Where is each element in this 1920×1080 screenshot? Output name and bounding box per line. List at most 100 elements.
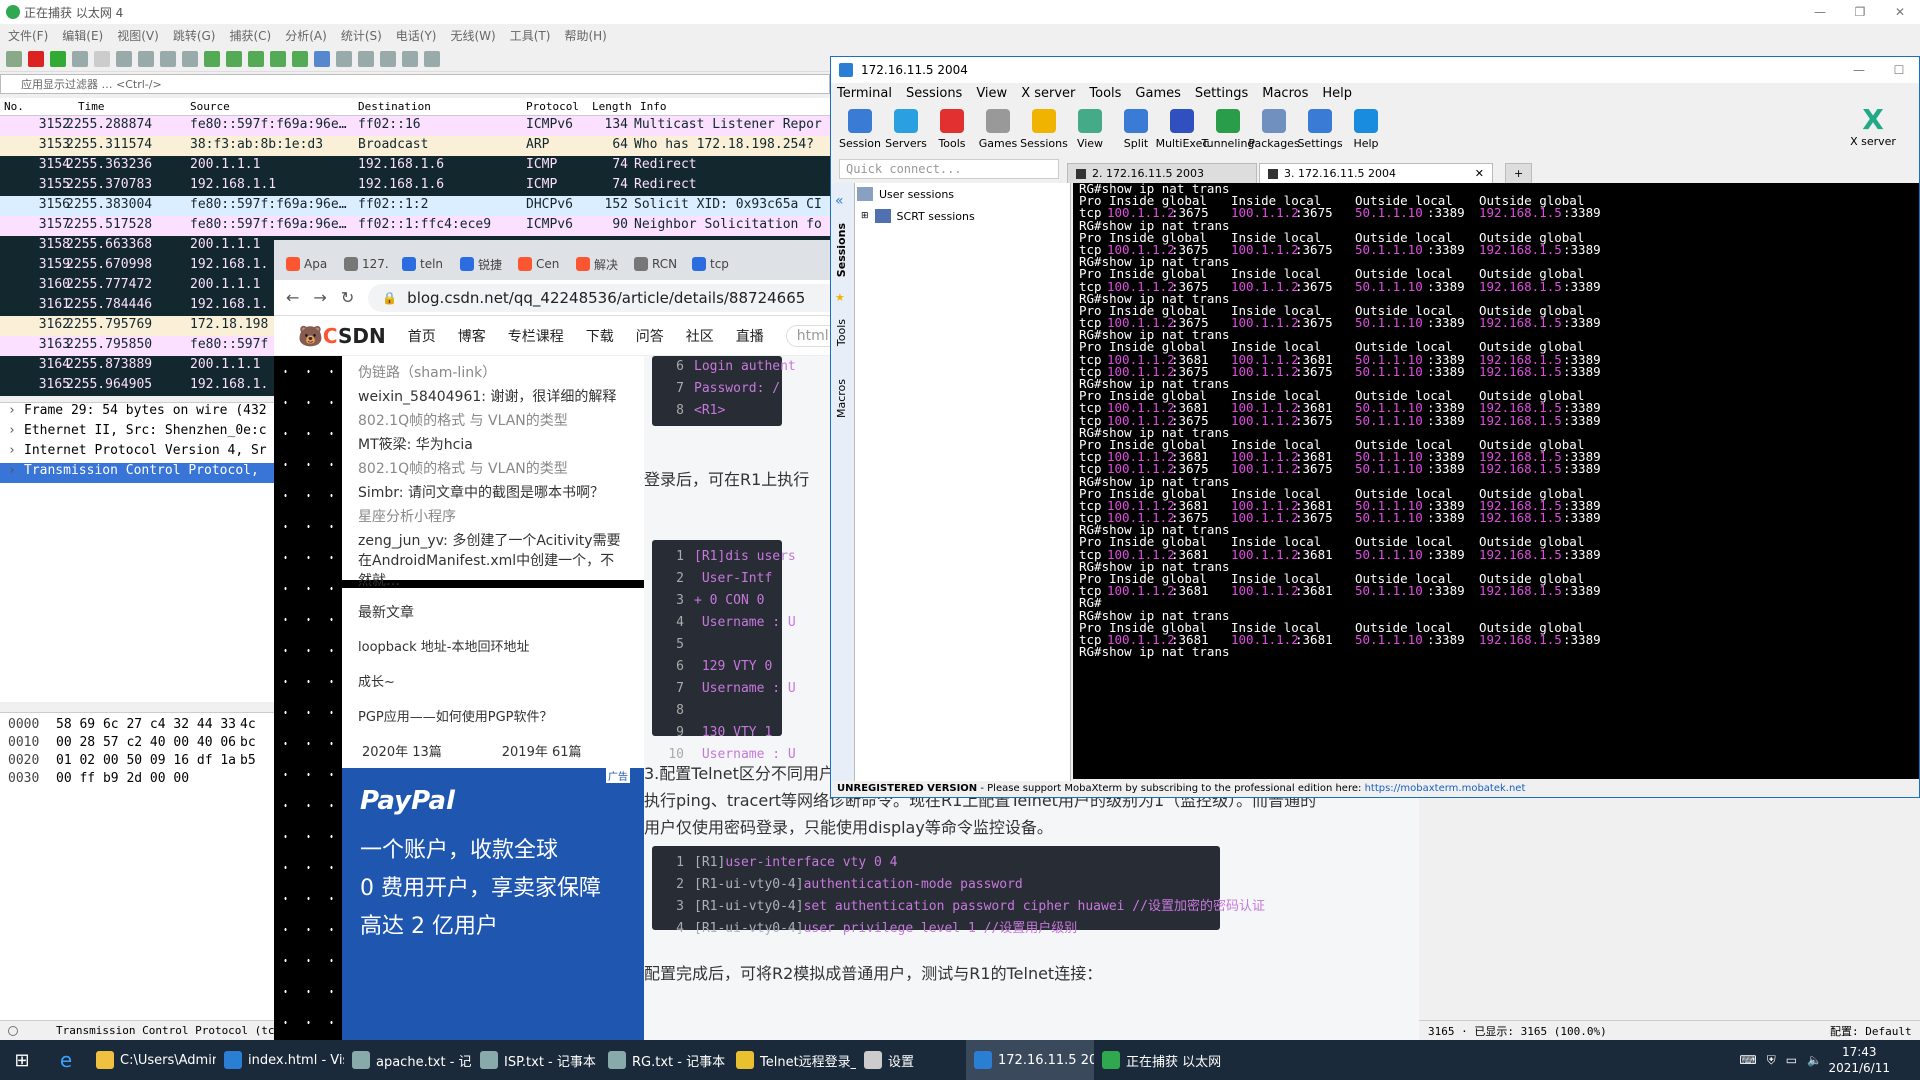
vtab-tools[interactable]: Tools — [835, 319, 848, 346]
back-arrow-icon[interactable]: ← — [286, 288, 299, 307]
forward-arrow-icon[interactable]: → — [313, 288, 326, 307]
menu-item[interactable]: 跳转(G) — [173, 27, 216, 44]
packet-row[interactable]: 3152 2255.288874 fe80::597f:f69a:96e… ff02:… — [0, 116, 830, 136]
moba-menu-item[interactable]: Terminal — [837, 86, 892, 101]
toolbar-button-multiexec[interactable]: MultiExec — [1156, 107, 1208, 155]
vtab-macros[interactable]: Macros — [835, 379, 848, 418]
banner-link[interactable]: https://mobaxterm.mobatek.net — [1365, 783, 1526, 794]
colorize-icon[interactable] — [336, 50, 352, 67]
csdn-nav-item[interactable]: 博客 — [458, 326, 486, 346]
terminal-output[interactable]: RG#show ip nat trans Pro Inside global Ins… — [1073, 183, 1919, 779]
moba-menu-item[interactable]: View — [976, 86, 1007, 101]
csdn-nav-item[interactable]: 直播 — [736, 326, 764, 346]
menu-item[interactable]: 视图(V) — [117, 27, 159, 44]
comment-article-link[interactable]: 802.1Q帧的格式 与 VLAN的类型 — [358, 458, 628, 478]
taskbar-app[interactable]: 正在捕获 以太网 4 — [1094, 1040, 1222, 1080]
detail-row[interactable]: Internet Protocol Version 4, Sr — [0, 443, 274, 463]
col-info[interactable]: Info — [640, 100, 667, 113]
new-tab-button[interactable]: + — [1505, 163, 1533, 183]
menu-item[interactable]: 工具(T) — [510, 27, 551, 44]
close-file-icon[interactable] — [138, 50, 154, 67]
browser-tab[interactable]: teln — [396, 248, 452, 280]
menu-item[interactable]: 帮助(H) — [564, 27, 606, 44]
moba-maximize-button[interactable]: ☐ — [1879, 58, 1919, 82]
browser-tab[interactable]: tcp — [686, 248, 742, 280]
moba-menu-item[interactable]: Settings — [1195, 86, 1248, 101]
taskbar-app[interactable]: 设置 — [856, 1040, 966, 1080]
terminal-tab[interactable]: 3. 172.16.11.5 2004 ✕ — [1259, 163, 1493, 183]
maximize-button[interactable]: ❐ — [1840, 0, 1880, 24]
col-no[interactable]: No. — [4, 100, 24, 113]
moba-menu-item[interactable]: Games — [1135, 86, 1180, 101]
col-time[interactable]: Time — [78, 100, 105, 113]
toolbar-button-sessions[interactable]: Sessions — [1020, 107, 1068, 155]
zoom-out-icon[interactable] — [380, 50, 396, 67]
menu-item[interactable]: 电话(Y) — [396, 27, 437, 44]
last-icon[interactable] — [292, 50, 308, 67]
taskbar-app[interactable]: ISP.txt - 记事本 — [472, 1040, 600, 1080]
open-icon[interactable] — [94, 50, 110, 67]
menu-item[interactable]: 编辑(E) — [62, 27, 103, 44]
stop-icon[interactable] — [28, 50, 44, 67]
reload-icon[interactable]: ↻ — [341, 288, 354, 307]
detail-row[interactable]: Frame 29: 54 bytes on wire (432 — [0, 403, 274, 423]
volume-icon[interactable]: 🔈 — [1807, 1053, 1822, 1067]
csdn-nav-item[interactable]: 下载 — [586, 326, 614, 346]
taskbar-clock[interactable]: 17:43 2021/6/11 — [1828, 1044, 1890, 1076]
toolbar-button-packages[interactable]: Packages — [1248, 107, 1300, 155]
menu-item[interactable]: 无线(W) — [451, 27, 496, 44]
packet-row[interactable]: 3157 2255.517528 fe80::597f:f69a:96e… ff02:… — [0, 216, 830, 236]
taskbar-app[interactable]: 172.16.11.5 2004 — [966, 1040, 1094, 1080]
toolbar-button-session[interactable]: Session — [837, 107, 883, 155]
toolbar-button-settings[interactable]: Settings — [1297, 107, 1343, 155]
menu-item[interactable]: 文件(F) — [8, 27, 48, 44]
comment-article-link[interactable]: 星座分析小程序 — [358, 506, 628, 526]
csdn-nav-item[interactable]: 社区 — [686, 326, 714, 346]
latest-article-link[interactable]: 成长~ — [358, 671, 628, 690]
moba-menu-item[interactable]: Macros — [1262, 86, 1308, 101]
col-source[interactable]: Source — [190, 100, 230, 113]
csdn-nav-item[interactable]: 问答 — [636, 326, 664, 346]
tree-user-sessions[interactable]: User sessions — [857, 187, 954, 201]
zoom-reset-icon[interactable] — [402, 50, 418, 67]
packet-row[interactable]: 3153 2255.311574 38:f3:ab:8b:1e:d3 Broadcas… — [0, 136, 830, 156]
taskbar-app[interactable]: C:\Users\Adminis... — [88, 1040, 216, 1080]
toolbar-button-tools[interactable]: Tools — [929, 107, 975, 155]
moba-menu-item[interactable]: Sessions — [906, 86, 962, 101]
browser-tab[interactable]: Apa — [280, 248, 336, 280]
terminal-tab[interactable]: 2. 172.16.11.5 2003 — [1067, 163, 1257, 183]
autoscroll-icon[interactable] — [314, 50, 330, 67]
resize-columns-icon[interactable] — [424, 50, 440, 67]
display-filter-input[interactable]: 应用显示过滤器 … <Ctrl-/> — [0, 74, 830, 94]
paypal-ad[interactable]: 广告 PayPal 一个账户，收款全球 0 费用开户，享卖家保障 高达 2 亿用… — [342, 768, 644, 1040]
col-length[interactable]: Length — [592, 100, 632, 113]
csdn-logo[interactable]: 🐻CSDN — [298, 324, 386, 348]
xserver-button[interactable]: X X server — [1843, 105, 1903, 149]
taskbar-app[interactable]: Telnet远程登录_Kn... — [728, 1040, 856, 1080]
taskbar-app[interactable]: apache.txt - 记事本 — [344, 1040, 472, 1080]
toolbar-button-tunneling[interactable]: Tunneling — [1202, 107, 1254, 155]
latest-article-link[interactable]: PGP应用——如何使用PGP软件？ — [358, 706, 628, 725]
csdn-nav-item[interactable]: 专栏课程 — [508, 326, 564, 346]
close-tab-icon[interactable]: ✕ — [1475, 167, 1484, 180]
moba-minimize-button[interactable]: — — [1839, 58, 1879, 82]
col-protocol[interactable]: Protocol — [526, 100, 579, 113]
comment-article-link[interactable]: 802.1Q帧的格式 与 VLAN的类型 — [358, 410, 628, 430]
status-profile[interactable]: 配置: Default — [1830, 1023, 1912, 1039]
moba-menu-item[interactable]: Help — [1322, 86, 1352, 101]
menu-item[interactable]: 捕获(C) — [229, 27, 271, 44]
menu-item[interactable]: 统计(S) — [341, 27, 382, 44]
options-icon[interactable] — [72, 50, 88, 67]
col-destination[interactable]: Destination — [358, 100, 431, 113]
network-icon[interactable]: ▭ — [1786, 1053, 1797, 1067]
browser-tab[interactable]: 解决 — [570, 248, 626, 280]
quick-connect-input[interactable]: Quick connect... — [839, 159, 1059, 179]
toolbar-button-view[interactable]: View — [1067, 107, 1113, 155]
archive-2019[interactable]: 2019年 61篇 — [502, 741, 582, 760]
packet-row[interactable]: 3156 2255.383004 fe80::597f:f69a:96e… ff02:… — [0, 196, 830, 216]
browser-tab[interactable]: Cen — [512, 248, 568, 280]
menu-item[interactable]: 分析(A) — [285, 27, 327, 44]
keyboard-icon[interactable]: ⌨ — [1739, 1053, 1756, 1067]
zoom-in-icon[interactable] — [358, 50, 374, 67]
back-icon[interactable] — [204, 50, 220, 67]
